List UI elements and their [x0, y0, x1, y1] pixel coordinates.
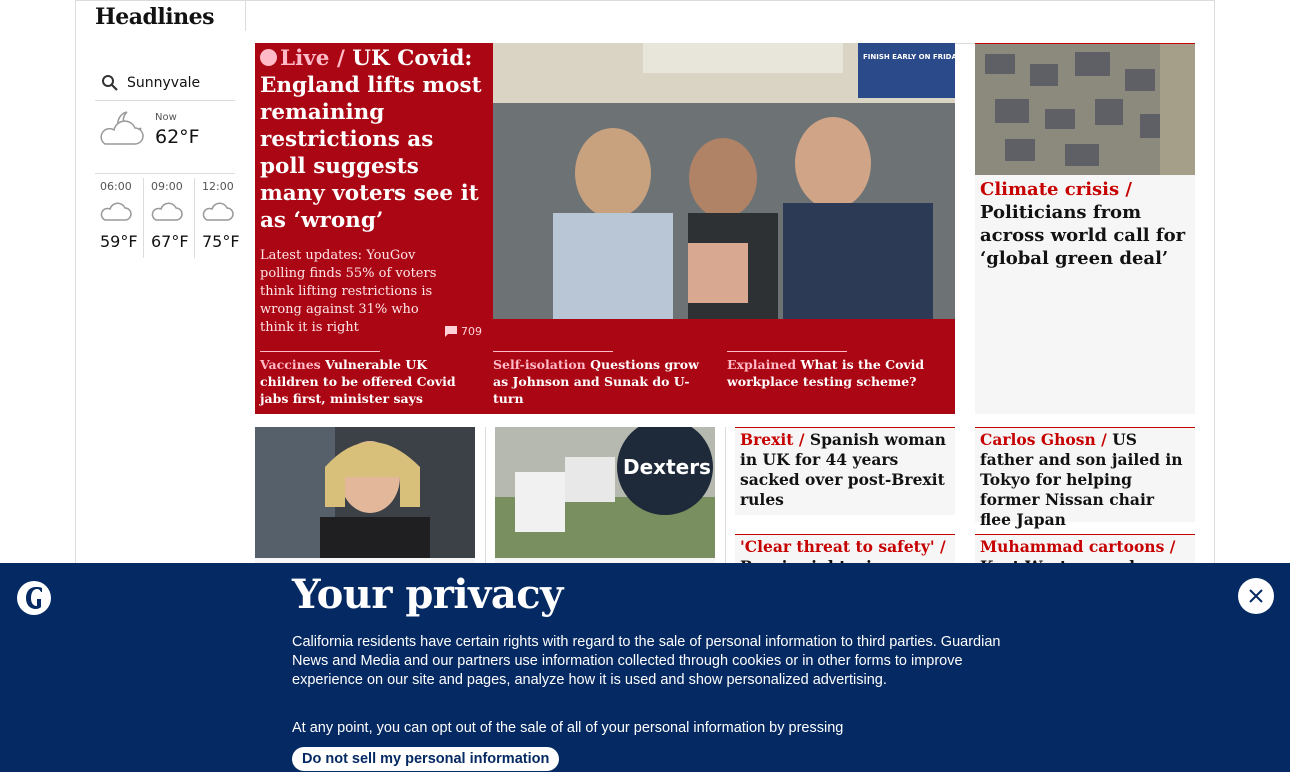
privacy-title: Your privacy [292, 571, 563, 618]
sublink[interactable]: Explained What is the Covid workplace te… [727, 351, 947, 390]
cloud-icon [100, 202, 132, 221]
estate-sign-text: Dexters [623, 455, 711, 479]
moon-cloud-icon [100, 111, 144, 145]
close-button[interactable] [1238, 578, 1274, 614]
forecast-time: 09:00 [151, 180, 183, 193]
story-card[interactable] [255, 427, 475, 567]
cloud-icon [202, 202, 234, 221]
image-sign-text: FINISH EARLY ON FRIDAY. IF YOU COULD. [863, 53, 955, 61]
do-not-sell-button[interactable]: Do not sell my personal information [292, 747, 560, 771]
comment-count[interactable]: 709 [445, 325, 482, 338]
divider [260, 351, 380, 352]
privacy-paragraph: California residents have certain rights… [292, 634, 1001, 688]
estate-sign-image: Dexters [495, 427, 715, 558]
climate-headline[interactable]: Climate crisis / Politicians from across… [980, 178, 1192, 270]
portrait-image [255, 427, 475, 558]
forecast-slot: 06:00 59°F [95, 178, 144, 258]
live-dot-icon [260, 49, 277, 66]
climate-card[interactable]: Climate crisis / Politicians from across… [975, 43, 1195, 414]
forecast-time: 06:00 [100, 180, 132, 193]
weather-location[interactable]: Sunnyvale [95, 66, 235, 101]
story-card[interactable]: Carlos Ghosn / US father and son jailed … [975, 427, 1195, 529]
forecast-slot: 12:00 75°F [197, 178, 246, 258]
divider [493, 351, 613, 352]
search-icon [102, 75, 118, 91]
aerial-image [975, 44, 1195, 175]
feature-image: FINISH EARLY ON FRIDAY. IF YOU COULD. [493, 43, 955, 319]
forecast-temp: 67°F [151, 232, 189, 251]
now-label: Now [155, 112, 177, 123]
now-temp: 62°F [155, 126, 200, 148]
section-title: Headlines [95, 4, 215, 30]
close-icon [1249, 589, 1263, 603]
story-card[interactable]: Brexit / Spanish woman in UK for 44 year… [735, 427, 955, 515]
forecast-temp: 75°F [202, 232, 240, 251]
cloud-icon [151, 202, 183, 221]
weather-now: Now 62°F [95, 104, 235, 174]
feature-card[interactable]: FINISH EARLY ON FRIDAY. IF YOU COULD. Li… [255, 43, 955, 414]
divider [485, 427, 486, 567]
feature-headline[interactable]: Live / UK Covid: England lifts most rema… [260, 45, 485, 234]
comment-icon [445, 326, 457, 337]
divider [727, 351, 847, 352]
privacy-banner: Your privacy California residents have c… [0, 563, 1290, 772]
divider [725, 427, 726, 567]
divider [245, 0, 246, 31]
live-label: Live / [260, 46, 345, 71]
location-name: Sunnyvale [127, 75, 201, 91]
forecast-time: 12:00 [202, 180, 234, 193]
forecast-slot: 09:00 67°F [146, 178, 195, 258]
story-card[interactable]: Dexters [495, 427, 715, 567]
sublink[interactable]: Vaccines Vulnerable UK children to be of… [260, 351, 480, 407]
forecast-temp: 59°F [100, 232, 138, 251]
sublink[interactable]: Self-isolation Questions grow as Johnson… [493, 351, 713, 407]
privacy-paragraph: At any point, you can opt out of the sal… [292, 720, 844, 736]
guardian-logo-icon [17, 581, 51, 615]
feature-standfirst: Latest updates: YouGov polling finds 55%… [260, 248, 437, 335]
